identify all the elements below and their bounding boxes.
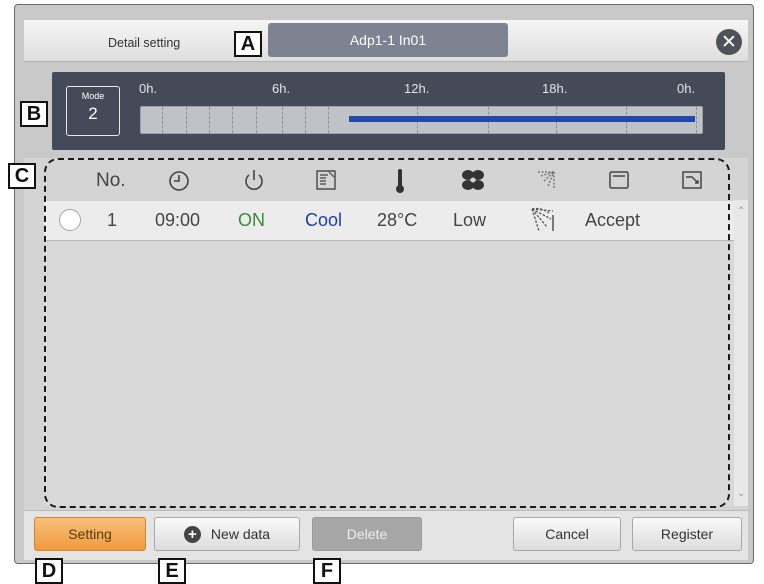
callout-b: B: [20, 101, 48, 127]
grid-line: [305, 107, 306, 133]
tick-label-6h: 6h.: [272, 81, 291, 96]
close-icon[interactable]: ✕: [716, 29, 742, 55]
unit-name-tab[interactable]: Adp1-1 In01: [268, 23, 508, 57]
register-button[interactable]: Register: [632, 517, 742, 551]
scroll-up-icon[interactable]: ⌃: [737, 206, 745, 217]
tick-label-0h: 0h.: [139, 81, 158, 96]
callout-c: C: [8, 163, 36, 189]
mode-label: Mode: [81, 91, 105, 101]
callout-d: D: [35, 558, 63, 584]
grid-line: [696, 107, 697, 133]
scrollbar[interactable]: [734, 200, 748, 506]
delete-button[interactable]: Delete: [312, 517, 422, 551]
grid-line: [232, 107, 233, 133]
schedule-active-bar: [349, 116, 695, 122]
tick-label-24h: 0h.: [677, 81, 696, 96]
grid-line: [282, 107, 283, 133]
callout-e: E: [158, 558, 186, 584]
grid-line: [256, 107, 257, 133]
plus-icon: +: [183, 525, 201, 543]
grid-line: [328, 107, 329, 133]
grid-line: [162, 107, 163, 133]
callout-region-c: [44, 158, 730, 508]
setting-button[interactable]: Setting: [34, 517, 146, 551]
mode-indicator[interactable]: Mode 2: [66, 86, 120, 136]
grid-line: [209, 107, 210, 133]
scroll-down-icon[interactable]: ⌄: [737, 488, 745, 499]
cancel-button[interactable]: Cancel: [513, 517, 621, 551]
tick-label-12h: 12h.: [404, 81, 430, 96]
mode-value: 2: [88, 104, 98, 123]
callout-a: A: [234, 31, 262, 57]
new-data-button[interactable]: + New data: [154, 517, 300, 551]
page-title: Detail setting: [108, 36, 181, 50]
tick-label-18h: 18h.: [542, 81, 568, 96]
grid-line: [186, 107, 187, 133]
callout-f: F: [313, 558, 341, 584]
new-data-label: New data: [210, 526, 271, 542]
